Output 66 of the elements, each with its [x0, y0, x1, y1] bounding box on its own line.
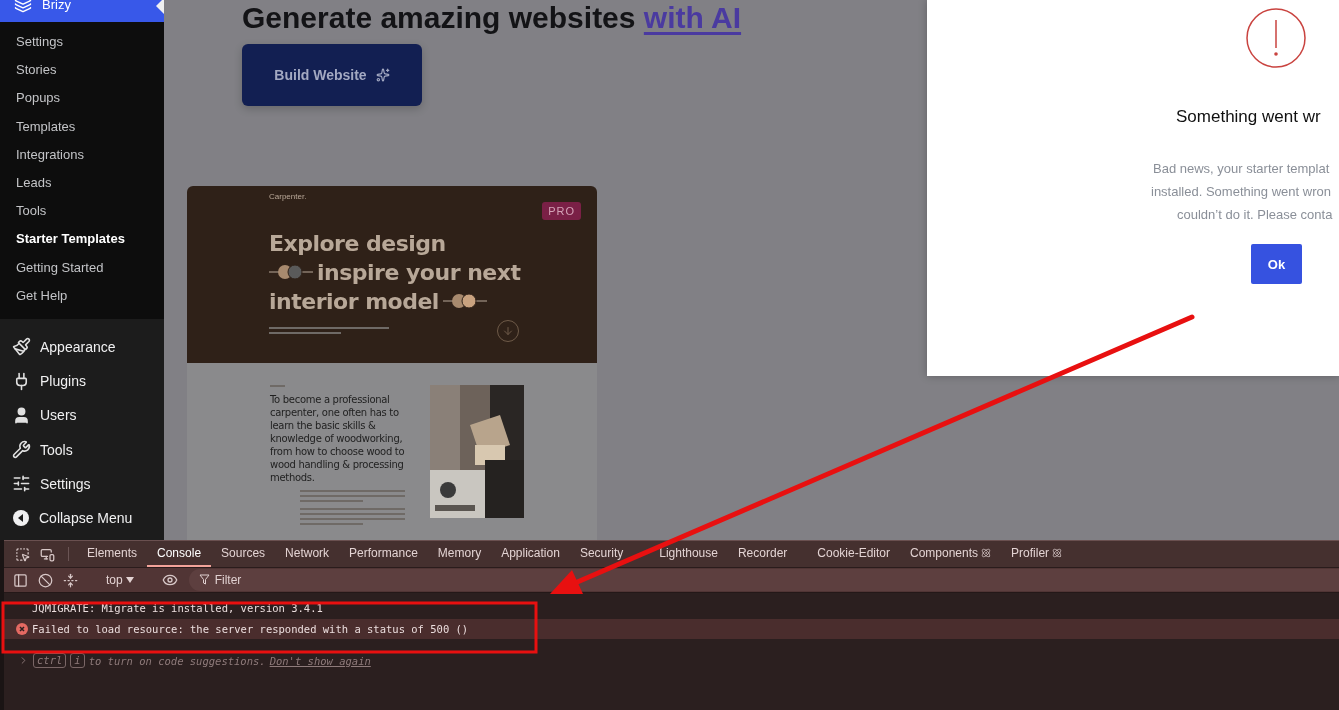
paintbrush-icon — [12, 337, 31, 357]
text-lines-drawing — [270, 385, 285, 387]
submenu-item[interactable]: Templates — [0, 115, 164, 144]
devtools-tab[interactable]: Security — [569, 541, 634, 567]
dialog-message-line: installed. Something went wron — [1151, 184, 1331, 199]
page-heading: Generate amazing websites with AI — [242, 0, 743, 36]
circles-drawing — [442, 293, 487, 310]
settings-icon — [12, 474, 31, 494]
context-dropdown[interactable]: top — [100, 573, 140, 587]
submenu-item[interactable]: Popups — [0, 87, 164, 116]
devtools-tab[interactable]: Cookie-Editor — [807, 541, 900, 567]
collapse-icon — [12, 508, 30, 527]
wrench-icon — [12, 440, 31, 460]
sparkles-icon — [375, 68, 390, 82]
template-headline: interior model — [269, 289, 439, 314]
devtools-tab[interactable]: Elements — [77, 541, 148, 567]
warning-icon — [1246, 8, 1306, 68]
submenu-item[interactable]: Starter Templates — [0, 228, 164, 257]
devtools-tab[interactable]: Profiler — [1001, 541, 1073, 567]
devtools-tab[interactable]: Sources — [211, 541, 276, 567]
submenu-item[interactable]: Getting Started — [0, 256, 164, 285]
template-brand: Carpenter. — [269, 192, 308, 201]
menu-item[interactable]: Tools — [0, 432, 164, 467]
submenu-item[interactable]: Get Help — [0, 284, 164, 313]
menu-item[interactable]: Users — [0, 398, 164, 433]
keyboard-key: ctrl — [33, 653, 67, 668]
menu-item[interactable]: Plugins — [0, 364, 164, 399]
brand-menu-item[interactable]: Brizy — [0, 0, 164, 22]
ok-button[interactable]: Ok — [1251, 244, 1302, 284]
submenu-item[interactable]: Integrations — [0, 143, 164, 172]
menu-item[interactable]: Collapse Menu — [0, 500, 164, 535]
devtools-tab[interactable]: Memory — [427, 541, 492, 567]
filter-field[interactable]: Filter — [188, 569, 1339, 591]
filter-icon — [198, 574, 210, 585]
template-paragraph: To become a professional carpenter, one often has to learn the basic skills & knowledge of woodworking, from how to choose wood to wood handling & processing methods. — [270, 393, 406, 484]
keyboard-key: i — [70, 653, 85, 668]
template-card[interactable] — [187, 186, 597, 540]
devtools-tab[interactable]: Network — [275, 541, 340, 567]
submenu-item[interactable]: Settings — [0, 31, 164, 60]
devtools-tab[interactable]: Performance — [339, 541, 428, 567]
submenu-item[interactable]: Stories — [0, 59, 164, 88]
circles-drawing — [269, 264, 313, 281]
log-message: JQMIGRATE: Migrate is installed, version 3.4.1 — [32, 602, 323, 614]
layers-icon — [14, 0, 32, 13]
devtools-tab[interactable]: Application — [491, 541, 570, 567]
hint-text: to turn on code suggestions. — [88, 654, 266, 667]
devtools-tab[interactable]: Components — [900, 541, 1002, 567]
dialog-message-line: couldn’t do it. Please conta — [1177, 207, 1333, 222]
brand-label: Brizy — [42, 0, 71, 12]
error-message: Failed to load resource: the server responded with a status of 500 () — [32, 623, 469, 635]
submenu-item[interactable]: Leads — [0, 171, 164, 201]
menu-item[interactable]: Appearance — [0, 329, 164, 365]
devtools-tab[interactable]: Recorder — [727, 541, 798, 567]
devtools-tab[interactable]: Lighthouse — [649, 541, 728, 567]
build-website-button[interactable]: Build Website — [242, 44, 422, 106]
submenu-item[interactable]: Tools — [0, 200, 164, 229]
menu-item[interactable]: Settings — [0, 466, 164, 501]
pro-badge: PRO — [542, 202, 581, 220]
caret-icon — [125, 577, 134, 583]
error-icon — [16, 623, 28, 635]
dont-show-again-link[interactable]: Don't show again — [269, 654, 371, 667]
dialog-message-line: Bad news, your starter templat — [1153, 161, 1330, 176]
template-headline: Explore design — [269, 231, 446, 256]
user-icon — [12, 405, 31, 425]
dialog-title: Something went wr — [1176, 107, 1321, 126]
template-headline: inspire your next — [317, 260, 521, 285]
